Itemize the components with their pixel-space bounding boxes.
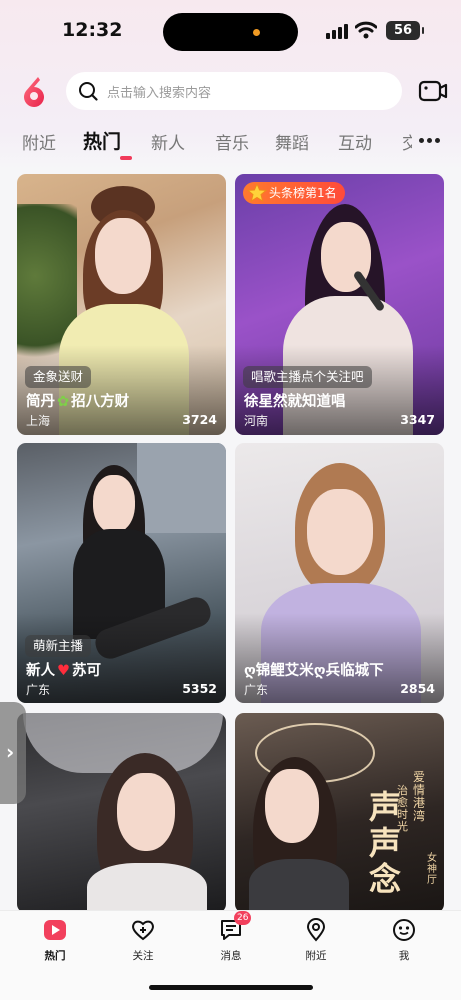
battery-indicator: 56 [386,21,424,40]
nav-label: 关注 [132,950,154,962]
hot-icon [42,917,68,943]
wifi-icon [355,21,377,39]
search-input[interactable]: 点击输入搜索内容 [66,72,402,110]
nav-messages[interactable]: 26 消息 [196,911,266,963]
card-viewer-count: 5352 [182,681,217,696]
poster-title: 声声念 [369,788,402,898]
card-tag: 金象送财 [25,366,92,388]
tab-music[interactable]: 音乐 [215,129,249,154]
card-city: 广东 [244,683,269,697]
heart-plus-icon [130,917,156,943]
nav-nearby[interactable]: 附近 [281,917,351,963]
cellular-signal-icon [326,24,348,39]
card-city: 广东 [26,683,51,697]
card-title: ღ锦鲤艾米ღ兵临城下 [244,663,384,679]
search-placeholder: 点击输入搜索内容 [107,85,212,101]
side-expand-handle[interactable]: › [0,702,26,804]
card-viewer-count: 2854 [400,681,435,696]
live-card[interactable]: 头条榜第1名 唱歌主播点个关注吧 徐星然就知道唱 河南 3347 [235,174,444,435]
search-icon [79,82,98,101]
rank-badge: 头条榜第1名 [243,182,345,204]
active-tab-indicator [120,156,132,160]
recording-dot [253,29,260,36]
tab-hot[interactable]: 热门 [83,127,121,154]
tab-nearby[interactable]: 附近 [22,129,56,154]
live-card[interactable]: ღ锦鲤艾米ღ兵临城下 广东 2854 [235,443,444,703]
dynamic-island [163,13,298,51]
card-viewer-count: 3724 [182,412,217,427]
live-card[interactable]: 爱情港湾 治愈时光 女神厅 声声念 [235,713,444,913]
card-city: 河南 [244,414,269,428]
nav-me[interactable]: 我 [369,917,439,963]
tab-new[interactable]: 新人 [151,129,185,154]
card-viewer-count: 3347 [400,412,435,427]
nav-label: 消息 [220,950,242,962]
red-heart-icon: ♥ [57,663,70,679]
card-tag: 萌新主播 [25,635,92,657]
location-icon [303,917,329,943]
nav-label: 附近 [305,950,327,962]
card-title: 徐星然就知道唱 [244,394,346,410]
status-time: 12:32 [62,19,123,41]
chevron-right-icon: › [6,740,15,764]
profile-face-icon [391,917,417,943]
unread-badge: 26 [234,911,252,925]
category-tabs: 附近 热门 新人 音乐 舞蹈 互动 交 [22,126,412,162]
card-title: 新人 ♥ 苏可 [26,663,101,679]
streamer-photo [17,713,226,913]
tab-interactive[interactable]: 互动 [338,129,372,154]
home-indicator [149,985,313,990]
card-city: 上海 [26,414,51,428]
tab-more-partial[interactable]: 交 [402,129,412,154]
leaf-emoji-icon: ✿ [57,394,70,410]
live-card[interactable]: 金象送财 简丹 ✿ 招八方财 上海 3724 [17,174,226,435]
live-camera-icon[interactable] [418,78,448,104]
poster-side-text: 女神厅 [427,853,437,886]
tab-dance[interactable]: 舞蹈 [275,129,309,154]
star-icon [247,183,267,203]
nav-label: 热门 [44,950,66,962]
card-title: 简丹 ✿ 招八方财 [26,394,130,410]
card-tag: 唱歌主播点个关注吧 [243,366,372,388]
status-bar: 12:32 56 [0,0,461,62]
more-options-icon[interactable] [419,138,440,143]
nav-hot[interactable]: 热门 [20,917,90,963]
poster-side-text: 爱情港湾 [413,770,426,823]
live-card[interactable] [17,713,226,913]
nav-label: 我 [398,950,410,962]
message-icon: 26 [218,911,252,943]
app-logo-icon[interactable] [18,75,50,107]
live-card[interactable]: 萌新主播 新人 ♥ 苏可 广东 5352 [17,443,226,703]
nav-follow[interactable]: 关注 [108,917,178,963]
